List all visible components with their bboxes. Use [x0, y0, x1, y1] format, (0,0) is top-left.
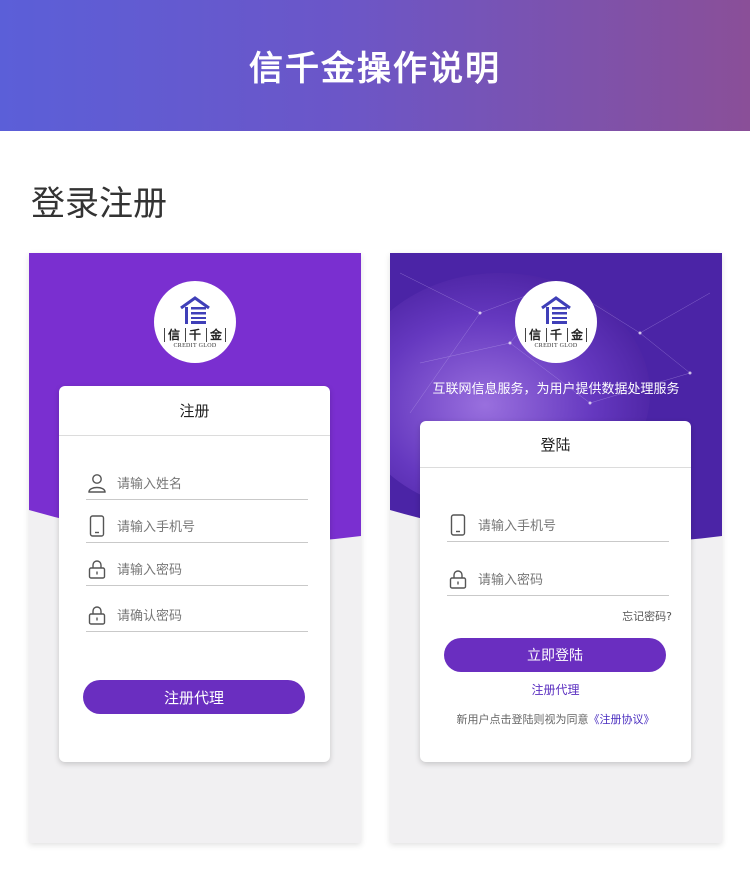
- login-screen: 信 千 金 CREDIT GLOD 互联网信息服务，为用户提供数据处理服务 登陆…: [390, 253, 722, 843]
- name-field[interactable]: 请输入姓名: [86, 466, 308, 500]
- header-banner: 信千金操作说明: [0, 0, 750, 131]
- logo-char: 千: [545, 327, 565, 342]
- login-card: 登陆 请输入手机号 请输入密码 忘记密码? 立即登陆 注册代理 新用户点击登陆则…: [420, 421, 691, 762]
- house-logo-icon: [541, 295, 571, 324]
- register-card: 注册 请输入姓名 请输入手机号 请输入密码 请确认密码 注册代理: [59, 386, 330, 762]
- agreement-link[interactable]: 《注册协议》: [589, 713, 655, 726]
- register-card-title: 注册: [59, 386, 330, 436]
- logo-char: 信: [163, 327, 183, 342]
- logo-subtitle: CREDIT GLOD: [534, 342, 578, 349]
- register-agent-link[interactable]: 注册代理: [420, 681, 691, 698]
- password-field[interactable]: 请输入密码: [86, 552, 308, 586]
- phone-placeholder: 请输入手机号: [478, 519, 557, 534]
- phone-placeholder: 请输入手机号: [117, 520, 196, 535]
- phone-field[interactable]: 请输入手机号: [86, 509, 308, 543]
- logo-char: 金: [206, 327, 227, 342]
- user-icon: [86, 472, 108, 494]
- app-logo: 信 千 金 CREDIT GLOD: [154, 281, 236, 363]
- house-logo-icon: [180, 295, 210, 324]
- forgot-password-link[interactable]: 忘记密码?: [622, 608, 672, 624]
- logo-chars: 信 千 金: [163, 327, 227, 342]
- password-placeholder: 请输入密码: [117, 563, 183, 578]
- lock-icon: [447, 568, 469, 590]
- login-button[interactable]: 立即登陆: [444, 638, 666, 672]
- phone-field[interactable]: 请输入手机号: [447, 508, 669, 542]
- password-field[interactable]: 请输入密码: [447, 562, 669, 596]
- logo-char: 千: [184, 327, 204, 342]
- lock-icon: [86, 558, 108, 580]
- name-placeholder: 请输入姓名: [117, 477, 183, 492]
- agreement-prefix: 新用户点击登陆则视为同意: [456, 713, 589, 726]
- login-card-title: 登陆: [420, 421, 691, 468]
- logo-chars: 信 千 金: [524, 327, 588, 342]
- agreement-text: 新用户点击登陆则视为同意《注册协议》: [420, 711, 691, 727]
- password-placeholder: 请输入密码: [478, 573, 544, 588]
- confirm-password-field[interactable]: 请确认密码: [86, 598, 308, 632]
- phone-icon: [86, 514, 108, 537]
- confirm-password-placeholder: 请确认密码: [117, 609, 183, 624]
- logo-char: 信: [524, 327, 544, 342]
- register-screen: 信 千 金 CREDIT GLOD 注册 请输入姓名 请输入手机号 请输入密码: [29, 253, 361, 843]
- phone-icon: [447, 513, 469, 536]
- tagline: 互联网信息服务，为用户提供数据处理服务: [432, 382, 680, 397]
- lock-icon: [86, 604, 108, 626]
- register-agent-button[interactable]: 注册代理: [83, 680, 305, 714]
- page-title: 信千金操作说明: [249, 49, 501, 89]
- app-logo: 信 千 金 CREDIT GLOD: [515, 281, 597, 363]
- logo-subtitle: CREDIT GLOD: [173, 342, 217, 349]
- section-title: 登录注册: [31, 184, 167, 224]
- logo-char: 金: [567, 327, 588, 342]
